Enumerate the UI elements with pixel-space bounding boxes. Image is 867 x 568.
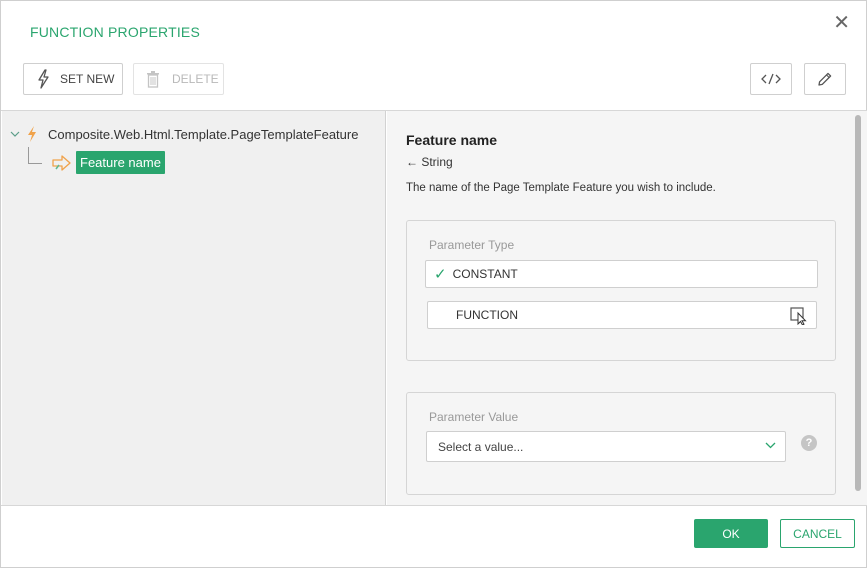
tree-connector-horizontal: [28, 163, 42, 164]
chevron-down-icon[interactable]: [10, 131, 20, 138]
pencil-icon: [817, 71, 833, 87]
checkmark-icon: ✓: [434, 266, 447, 283]
help-icon[interactable]: ?: [801, 435, 817, 451]
details-scrollbar[interactable]: [854, 111, 867, 505]
function-icon: [26, 125, 38, 143]
set-new-button[interactable]: SET NEW: [23, 63, 123, 95]
function-option-label: FUNCTION: [456, 308, 518, 322]
close-icon[interactable]: ✕: [833, 13, 850, 33]
lightning-icon: [36, 69, 50, 89]
code-icon: [761, 73, 781, 85]
parameter-value-select[interactable]: Select a value...: [426, 431, 786, 462]
constant-option-label: CONSTANT: [452, 267, 518, 281]
tree-child-node[interactable]: Feature name: [52, 151, 165, 174]
set-new-label: SET NEW: [60, 72, 115, 86]
ok-button[interactable]: OK: [694, 519, 768, 548]
delete-button[interactable]: DELETE: [133, 63, 224, 95]
delete-label: DELETE: [172, 72, 219, 86]
parameter-value-placeholder: Select a value...: [438, 439, 524, 454]
trash-icon: [146, 70, 160, 88]
function-tree-pane: Composite.Web.Html.Template.PageTemplate…: [2, 111, 386, 505]
parameter-type-text: ← String: [406, 155, 453, 169]
tree-child-label[interactable]: Feature name: [76, 151, 165, 174]
parameter-details-pane: Feature name ← String The name of the Pa…: [387, 111, 854, 505]
source-code-button[interactable]: [750, 63, 792, 95]
tree-connector-vertical: [28, 147, 29, 163]
constant-option[interactable]: ✓ CONSTANT: [425, 260, 818, 288]
footer-divider: [1, 505, 867, 506]
tree-root-label: Composite.Web.Html.Template.PageTemplate…: [48, 126, 359, 142]
select-function-icon[interactable]: [790, 307, 808, 325]
parameter-arrow-icon: [52, 154, 72, 172]
parameter-value-label: Parameter Value: [429, 410, 519, 424]
cancel-button[interactable]: CANCEL: [780, 519, 855, 548]
edit-button[interactable]: [804, 63, 846, 95]
parameter-value-group: Parameter Value Select a value... ?: [406, 392, 836, 495]
scrollbar-thumb[interactable]: [855, 115, 861, 491]
parameter-type-group: Parameter Type ✓ CONSTANT FUNCTION: [406, 220, 836, 361]
function-properties-dialog: FUNCTION PROPERTIES ✕ SET NEW DELETE Com…: [0, 0, 867, 568]
parameter-type-label: Parameter Type: [429, 238, 515, 252]
parameter-description: The name of the Page Template Feature yo…: [406, 182, 716, 194]
dialog-title: FUNCTION PROPERTIES: [30, 24, 201, 40]
function-option[interactable]: FUNCTION: [427, 301, 817, 329]
tree-root-node[interactable]: Composite.Web.Html.Template.PageTemplate…: [10, 125, 358, 143]
chevron-down-icon: [765, 442, 776, 449]
parameter-name: Feature name: [406, 132, 498, 148]
